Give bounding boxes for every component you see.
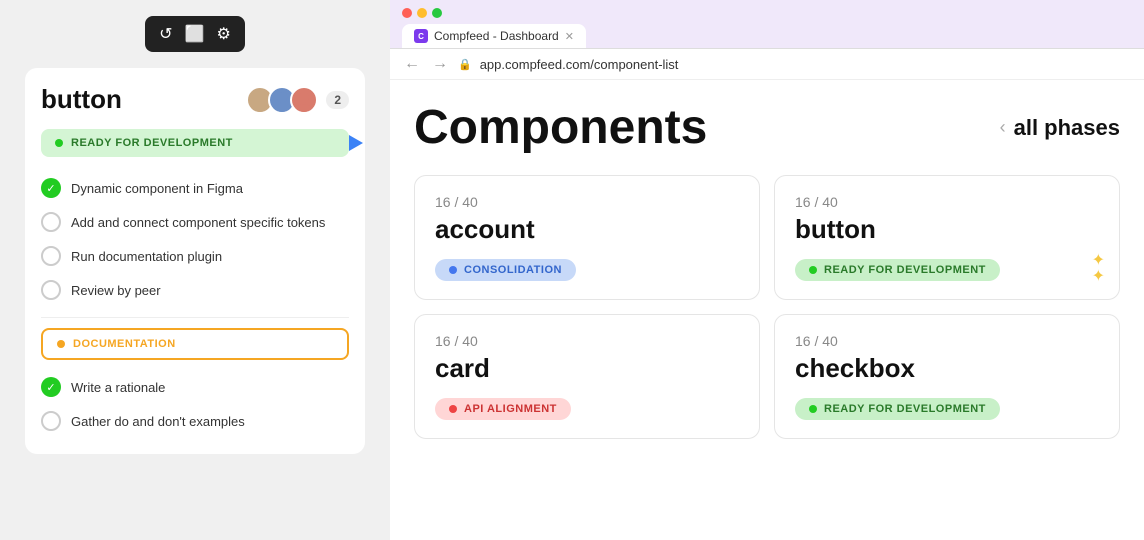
page-title: Components <box>414 100 707 155</box>
browser-dot-yellow[interactable] <box>417 8 427 18</box>
checklist-item-write-rationale[interactable]: ✓ Write a rationale <box>41 370 349 404</box>
status-bar-ready[interactable]: READY FOR DEVELOPMENT Matt <box>41 129 349 157</box>
button-phase-tag: READY FOR DEVELOPMENT <box>795 259 1000 281</box>
card-phase-tag: API ALIGNMENT <box>435 398 571 420</box>
checklist-item-gather[interactable]: Gather do and don't examples <box>41 404 349 438</box>
component-card-account[interactable]: 16 / 40 account CONSOLIDATION <box>414 175 760 300</box>
avatar-count-badge: 2 <box>326 91 349 109</box>
avatar-3 <box>290 86 318 114</box>
status-label-ready: READY FOR DEVELOPMENT <box>55 137 233 149</box>
checklist: ✓ Dynamic component in Figma Add and con… <box>41 171 349 307</box>
check-empty-icon-2 <box>41 212 61 232</box>
cursor-arrow <box>349 135 363 151</box>
browser-body: Components ‹ all phases 16 / 40 account … <box>390 80 1144 439</box>
ready-dot-button <box>809 266 817 274</box>
checkbox-name: checkbox <box>795 353 1099 384</box>
settings-icon[interactable]: ⚙ <box>212 22 234 46</box>
check-done-icon-1: ✓ <box>41 178 61 198</box>
card-count: 16 / 40 <box>435 333 739 349</box>
ready-dot-checkbox <box>809 405 817 413</box>
url-text[interactable]: app.compfeed.com/component-list <box>480 57 679 72</box>
check-empty-icon-3 <box>41 246 61 266</box>
checklist-item-4[interactable]: Review by peer <box>41 273 349 307</box>
phase-filter[interactable]: ‹ all phases <box>1000 115 1120 141</box>
account-count: 16 / 40 <box>435 194 739 210</box>
panel-header: button 2 <box>41 84 349 115</box>
sparkles-icon: ✦✦ <box>1092 253 1105 285</box>
tab-favicon: C <box>414 29 428 43</box>
card-name: card <box>435 353 739 384</box>
browser-dot-red[interactable] <box>402 8 412 18</box>
tab-title: Compfeed - Dashboard <box>434 29 559 43</box>
panel-card: button 2 READY FOR DEVELOPMENT Matt <box>25 68 365 454</box>
toolbar: ↺ ⬜ ⚙ <box>145 16 245 52</box>
browser-dot-green[interactable] <box>432 8 442 18</box>
button-name: button <box>795 214 1099 245</box>
checkbox-count: 16 / 40 <box>795 333 1099 349</box>
left-panel: ↺ ⬜ ⚙ button 2 READY FOR DEVEL <box>0 0 390 540</box>
browser-tab-bar: C Compfeed - Dashboard ✕ <box>402 24 1132 48</box>
phase-chevron-left[interactable]: ‹ <box>1000 117 1006 138</box>
page-header: Components ‹ all phases <box>414 100 1120 155</box>
component-card-card[interactable]: 16 / 40 card API ALIGNMENT <box>414 314 760 439</box>
address-bar: ← → 🔒 app.compfeed.com/component-list <box>390 49 1144 80</box>
right-panel: C Compfeed - Dashboard ✕ ← → 🔒 app.compf… <box>390 0 1144 540</box>
doc-label: DOCUMENTATION <box>73 338 176 350</box>
consolidation-dot <box>449 266 457 274</box>
browser-content: ← → 🔒 app.compfeed.com/component-list Co… <box>390 49 1144 540</box>
browser-tab[interactable]: C Compfeed - Dashboard ✕ <box>402 24 586 48</box>
button-count: 16 / 40 <box>795 194 1099 210</box>
components-grid: 16 / 40 account CONSOLIDATION 16 / 40 bu… <box>414 175 1120 439</box>
component-card-button[interactable]: 16 / 40 button READY FOR DEVELOPMENT ✦✦ <box>774 175 1120 300</box>
doc-status-bar[interactable]: DOCUMENTATION <box>41 328 349 360</box>
section-divider <box>41 317 349 318</box>
phase-label: all phases <box>1014 115 1120 141</box>
check-done-rationale: ✓ <box>41 377 61 397</box>
account-phase-tag: CONSOLIDATION <box>435 259 576 281</box>
component-card-checkbox[interactable]: 16 / 40 checkbox READY FOR DEVELOPMENT <box>774 314 1120 439</box>
monitor-icon[interactable]: ⬜ <box>181 22 209 46</box>
lock-icon: 🔒 <box>458 58 472 71</box>
checkbox-phase-tag: READY FOR DEVELOPMENT <box>795 398 1000 420</box>
panel-title: button <box>41 84 122 115</box>
avatars: 2 <box>246 86 349 114</box>
checklist-item-2[interactable]: Add and connect component specific token… <box>41 205 349 239</box>
check-empty-gather <box>41 411 61 431</box>
status-dot-green <box>55 139 63 147</box>
account-name: account <box>435 214 739 245</box>
browser-chrome: C Compfeed - Dashboard ✕ <box>390 0 1144 49</box>
check-empty-icon-4 <box>41 280 61 300</box>
doc-dot-orange <box>57 340 65 348</box>
refresh-icon[interactable]: ↺ <box>155 22 176 46</box>
forward-button[interactable]: → <box>430 55 450 73</box>
tab-close-icon[interactable]: ✕ <box>565 30 574 43</box>
api-dot <box>449 405 457 413</box>
back-button[interactable]: ← <box>402 55 422 73</box>
checklist-item-1[interactable]: ✓ Dynamic component in Figma <box>41 171 349 205</box>
browser-dots <box>402 8 1132 18</box>
checklist-item-3[interactable]: Run documentation plugin <box>41 239 349 273</box>
